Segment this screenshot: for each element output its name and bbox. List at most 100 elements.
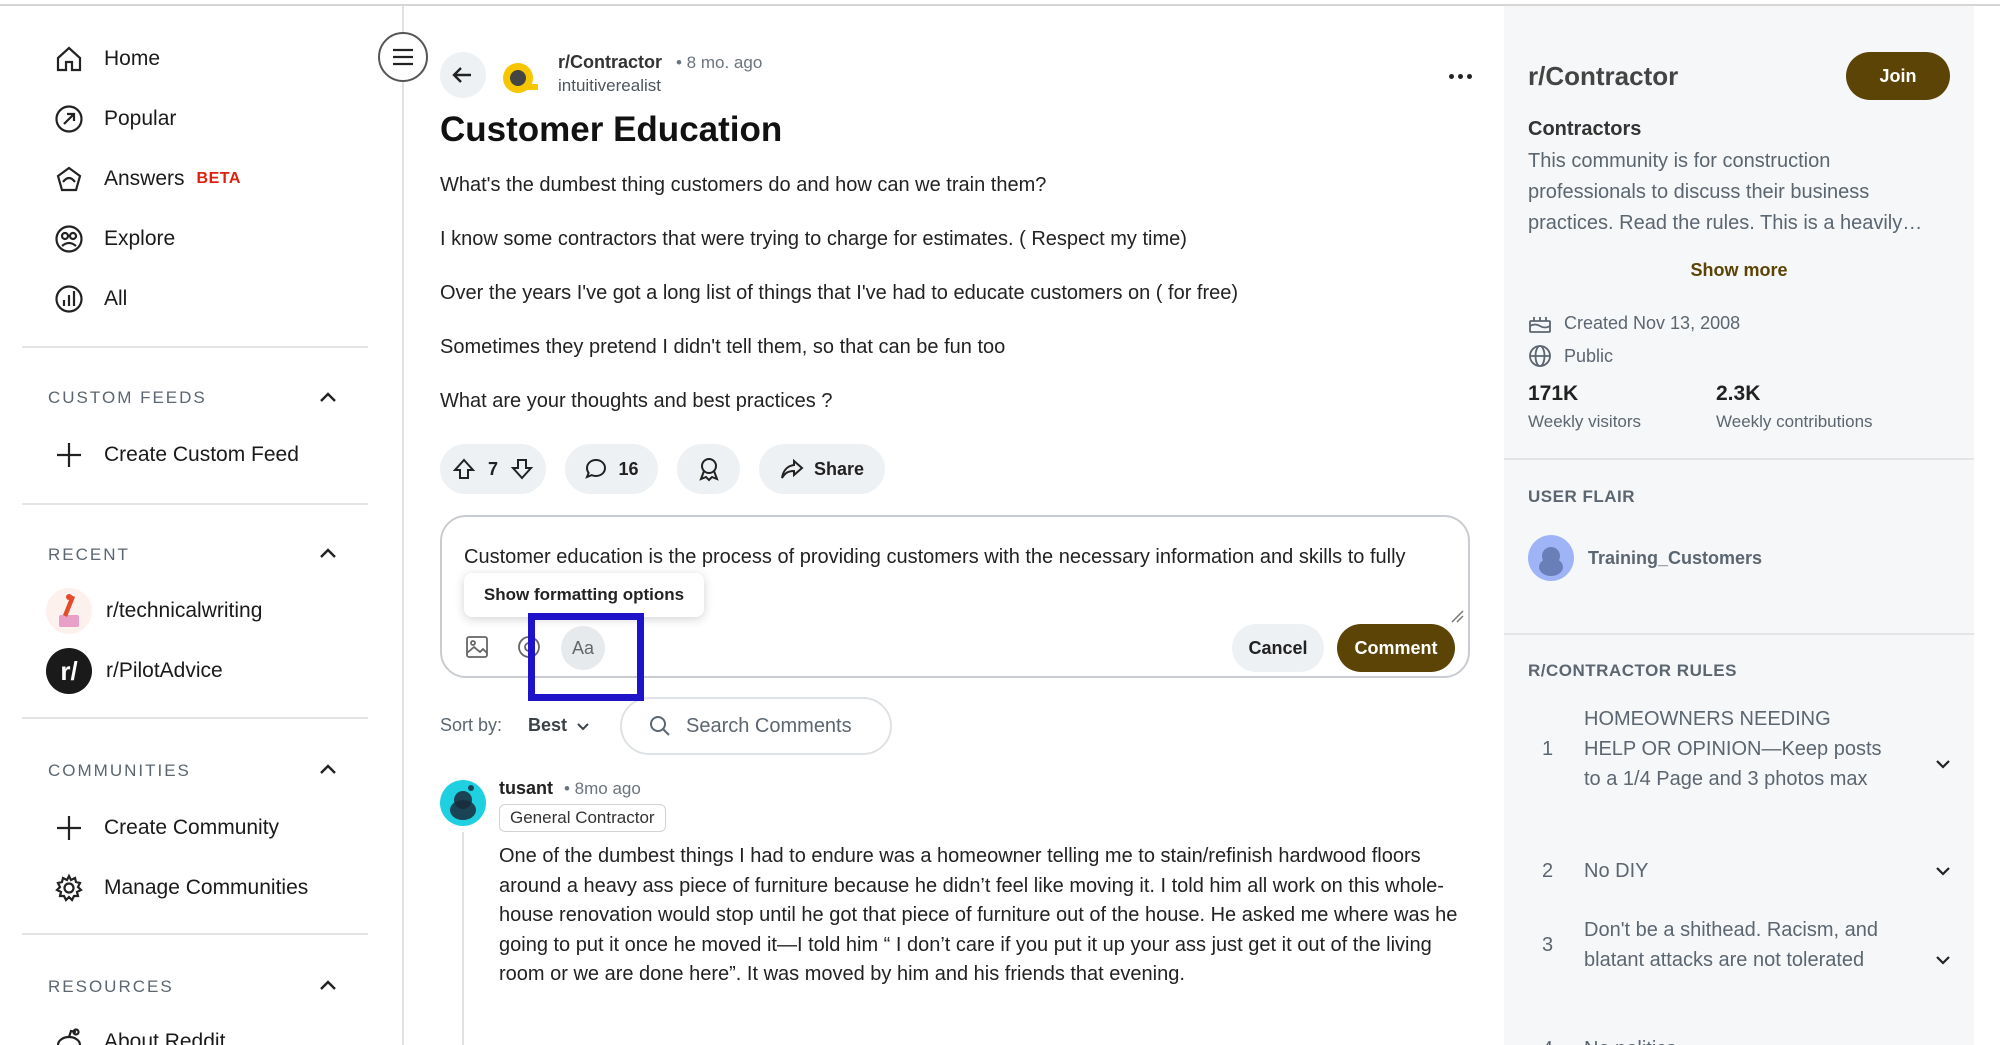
created-date-text: Created Nov 13, 2008 xyxy=(1564,312,1741,333)
rule-item[interactable]: 3 Don't be a shithead. Racism, and blata… xyxy=(1528,915,1950,975)
vote-bar: 7 xyxy=(440,444,546,494)
recent-item-technicalwriting[interactable]: r/technicalwriting xyxy=(46,586,262,636)
user-flair[interactable]: Training_Customers xyxy=(1528,535,1762,581)
create-community-label: Create Community xyxy=(104,816,280,839)
rules-title: R/CONTRACTOR RULES xyxy=(1528,661,1737,680)
chevron-up-icon[interactable] xyxy=(316,758,340,782)
dot xyxy=(1466,73,1472,79)
formatting-tooltip: Show formatting options xyxy=(464,573,704,617)
post-paragraph: What are your thoughts and best practice… xyxy=(440,390,833,412)
downvote-icon[interactable] xyxy=(510,457,534,481)
nav-all[interactable]: All xyxy=(52,279,127,319)
rule-item[interactable]: 4 No politics xyxy=(1528,1034,1948,1045)
divider xyxy=(22,933,368,935)
technicalwriting-avatar xyxy=(46,588,92,634)
user-flair-avatar xyxy=(1528,535,1574,581)
reddit-icon xyxy=(52,1025,86,1045)
globe-icon xyxy=(1528,344,1552,368)
community-heading: Contractors xyxy=(1528,118,1642,140)
home-icon xyxy=(52,42,86,76)
rule-number: 1 xyxy=(1542,738,1554,760)
join-button[interactable]: Join xyxy=(1846,52,1950,100)
plus-icon xyxy=(52,811,86,845)
arrow-left-icon xyxy=(452,67,471,83)
comment-avatar[interactable] xyxy=(440,780,486,826)
nav-explore-label: Explore xyxy=(104,227,176,250)
weekly-visitors-label: Weekly visitors xyxy=(1528,412,1642,431)
recent-item-label: r/PilotAdvice xyxy=(106,659,223,682)
nav-popular[interactable]: Popular xyxy=(52,99,176,139)
show-more-button[interactable]: Show more xyxy=(1504,260,1974,281)
beta-badge: BETA xyxy=(196,170,241,187)
share-button[interactable]: Share xyxy=(759,444,885,494)
post-paragraph: Over the years I've got a long list of t… xyxy=(440,282,1239,304)
image-icon xyxy=(466,636,488,658)
search-comments-input[interactable]: Search Comments xyxy=(620,697,892,755)
award-icon xyxy=(698,458,719,482)
left-sidebar: Home Popular Answers BETA Explore All CU… xyxy=(0,6,404,1045)
highlight-box xyxy=(528,613,644,701)
post-author[interactable]: intuitiverealist xyxy=(558,76,661,96)
subreddit-avatar[interactable] xyxy=(500,56,540,96)
comments-button[interactable]: 16 xyxy=(565,444,658,494)
nav-home[interactable]: Home xyxy=(52,39,160,79)
more-options-button[interactable] xyxy=(1440,64,1480,88)
chevron-down-icon xyxy=(1932,1038,1954,1045)
about-reddit[interactable]: About Reddit xyxy=(52,1022,225,1045)
chevron-up-icon[interactable] xyxy=(316,542,340,566)
create-custom-feed[interactable]: Create Custom Feed xyxy=(52,435,299,475)
nav-popular-label: Popular xyxy=(104,107,177,130)
post-subreddit-link[interactable]: r/Contractor xyxy=(558,52,662,73)
thread-line[interactable] xyxy=(462,832,464,1045)
chevron-up-icon[interactable] xyxy=(316,386,340,410)
nav-home-label: Home xyxy=(104,47,161,70)
answers-icon xyxy=(52,162,86,196)
post-paragraph: I know some contractors that were trying… xyxy=(440,228,1187,250)
popular-icon xyxy=(52,102,86,136)
pilotadvice-avatar: r/ xyxy=(46,648,92,694)
sort-label: Sort by: xyxy=(440,715,503,735)
cancel-button[interactable]: Cancel xyxy=(1232,624,1324,672)
comment-icon xyxy=(585,458,607,479)
back-button[interactable] xyxy=(440,52,486,98)
post-paragraph: Sometimes they pretend I didn't tell the… xyxy=(440,336,1006,358)
recent-item-label: r/technicalwriting xyxy=(106,599,263,622)
comment-submit-button[interactable]: Comment xyxy=(1337,624,1455,672)
user-flair-title: USER FLAIR xyxy=(1528,487,1635,506)
right-sidebar: r/Contractor Join Contractors This commu… xyxy=(1504,6,1974,1045)
sort-dropdown[interactable]: Best xyxy=(528,715,591,736)
comment-body: One of the dumbest things I had to endur… xyxy=(499,845,1458,986)
comment-username[interactable]: tusant xyxy=(499,778,553,799)
award-button[interactable] xyxy=(677,444,740,494)
post-time: • 8 mo. ago xyxy=(676,53,763,72)
chevron-up-icon[interactable] xyxy=(316,974,340,998)
rule-item[interactable]: 2 No DIY xyxy=(1528,856,1950,886)
communities-title: COMMUNITIES xyxy=(48,761,191,780)
nav-answers[interactable]: Answers BETA xyxy=(52,159,241,199)
visibility-text: Public xyxy=(1564,345,1614,366)
rule-number: 4 xyxy=(1528,1034,1584,1045)
image-upload-button[interactable] xyxy=(462,632,492,662)
create-custom-feed-label: Create Custom Feed xyxy=(104,443,299,466)
nav-explore[interactable]: Explore xyxy=(52,219,175,259)
menu-toggle-button[interactable] xyxy=(378,32,428,82)
manage-communities[interactable]: Manage Communities xyxy=(52,868,308,908)
rule-item[interactable]: 1 HOMEOWNERS NEEDING HELP OR OPINION—Kee… xyxy=(1528,704,1950,794)
divider xyxy=(1504,458,1974,460)
divider xyxy=(22,503,368,505)
vote-count: 7 xyxy=(487,458,498,479)
recent-item-pilotadvice[interactable]: r/ r/PilotAdvice xyxy=(46,646,223,696)
page-scrollbar[interactable] xyxy=(1974,6,2000,1045)
community-description: This community is for construction profe… xyxy=(1528,150,1923,234)
dot xyxy=(1457,73,1463,79)
divider xyxy=(22,717,368,719)
upvote-icon[interactable] xyxy=(452,457,476,481)
weekly-contributions-label: Weekly contributions xyxy=(1716,412,1873,431)
search-icon xyxy=(648,714,672,738)
create-community[interactable]: Create Community xyxy=(52,808,279,848)
sort-value: Best xyxy=(528,715,568,735)
chevron-down-icon xyxy=(577,722,589,730)
about-reddit-label: About Reddit xyxy=(104,1030,226,1045)
resize-handle-icon[interactable] xyxy=(1450,609,1464,623)
nav-all-label: All xyxy=(104,287,128,310)
